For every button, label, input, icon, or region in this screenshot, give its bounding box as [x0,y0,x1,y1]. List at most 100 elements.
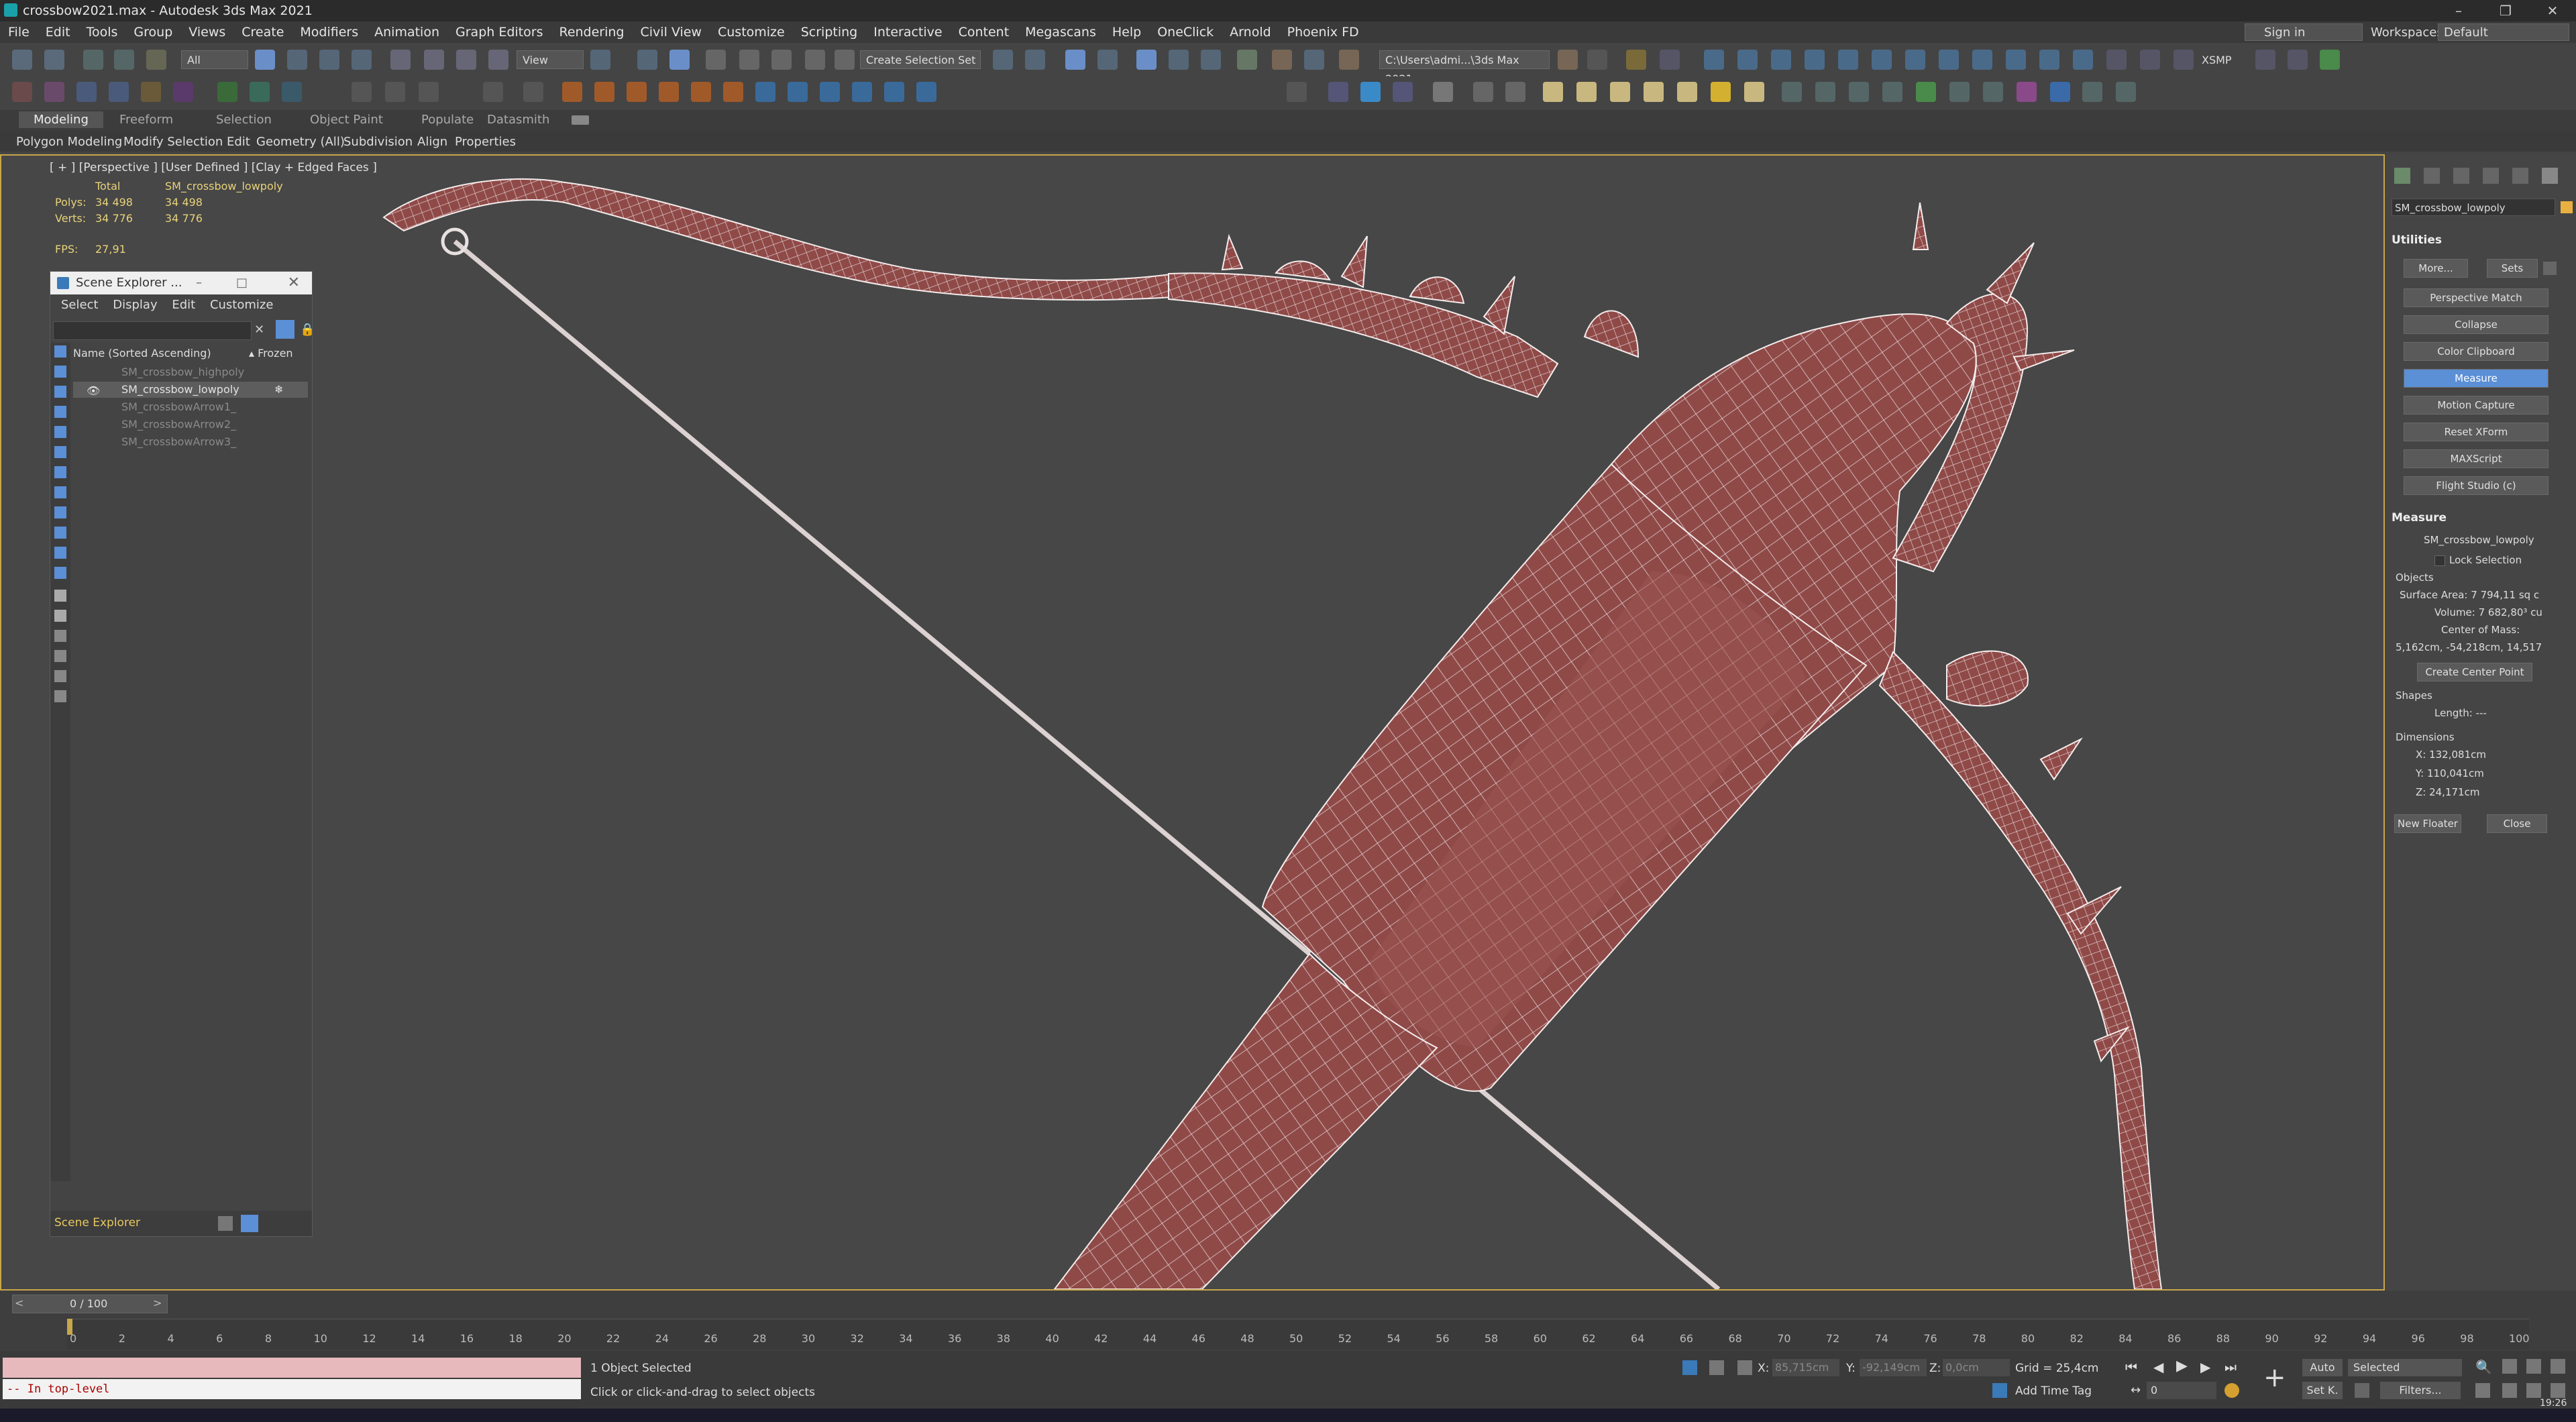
zoom-all-icon[interactable] [2502,1359,2517,1374]
snaps-toggle-icon[interactable] [706,50,726,70]
xsmp-icon-2[interactable] [2288,50,2308,70]
create-center-point-button[interactable]: Create Center Point [2417,663,2532,681]
arnold-icon-9[interactable] [2050,82,2070,102]
add-time-tag[interactable]: Add Time Tag [2015,1384,2092,1398]
clear-search-icon[interactable]: ✕ [254,323,264,337]
window-crossing-icon[interactable] [352,50,372,70]
render-icon[interactable] [1339,50,1359,70]
link-icon[interactable] [83,50,103,70]
maxscript-output[interactable]: -- In top-level [3,1379,581,1399]
next-frame-icon[interactable]: ▶ [2200,1359,2210,1375]
render-setup-icon[interactable] [1272,50,1292,70]
scene-search-input[interactable] [53,321,252,340]
selection-filter-dropdown[interactable]: All [181,50,248,69]
filters-button[interactable]: Filters... [2380,1382,2461,1399]
reset-xform-button[interactable]: Reset XForm [2404,423,2548,441]
grid-icon[interactable] [2174,50,2194,70]
create-light-icon[interactable] [76,82,97,102]
freeze-icon[interactable]: ❄ [274,382,283,398]
help-icon[interactable] [1287,82,1307,102]
play-icon[interactable] [352,82,372,102]
menu-edit[interactable]: Edit [38,25,78,40]
filter-icon[interactable] [276,320,294,339]
display-groups-icon[interactable] [54,466,66,478]
phoenix-sim-icon[interactable] [1704,50,1724,70]
subtab-geometry-all[interactable]: Geometry (All) [256,135,345,149]
menu-content[interactable]: Content [951,25,1018,40]
schematic-view-icon[interactable] [1201,50,1221,70]
utilities-tab-icon[interactable] [2542,168,2558,184]
menu-graph-editors[interactable]: Graph Editors [447,25,551,40]
time-tag-icon[interactable] [1992,1383,2007,1398]
phoenix-source-icon[interactable] [1805,50,1825,70]
arnold-icon-10[interactable] [2082,82,2102,102]
measure-button[interactable]: Measure [2404,369,2548,388]
fire-icon-1[interactable] [562,82,582,102]
flight-studio-button[interactable]: Flight Studio (c) [2404,476,2548,495]
zoom-extents-all-icon[interactable] [2551,1359,2565,1374]
mirror-icon[interactable] [993,50,1013,70]
menu-views[interactable]: Views [180,25,233,40]
display-helpers-icon[interactable] [54,426,66,438]
arnold-icon-4[interactable] [1882,82,1902,102]
display-hidden-icon[interactable] [54,567,66,579]
script-listener-icon[interactable] [523,82,543,102]
water-icon-4[interactable] [852,82,872,102]
phoenix-fire-icon[interactable] [1737,50,1758,70]
key-filter-dropdown[interactable]: Selected [2348,1359,2462,1376]
minimize-button[interactable]: – [2435,0,2482,21]
tab-selection[interactable]: Selection [216,113,272,127]
time-slider-prev-icon[interactable]: < [15,1297,23,1309]
field-of-view-icon[interactable] [2475,1383,2490,1398]
se-menu-select[interactable]: Select [61,298,99,312]
scene-explorer-name-field[interactable]: Scene Explorer [54,1216,140,1229]
maximize-viewport-icon[interactable] [2551,1383,2565,1398]
arnold-icon-7[interactable] [1983,82,2003,102]
safe-frame-icon[interactable] [2140,50,2160,70]
maxscript-mini-listener[interactable] [3,1358,581,1378]
rect-selection-icon[interactable] [319,50,339,70]
undo-icon[interactable] [12,50,32,70]
menu-customize[interactable]: Customize [710,25,793,40]
zoom-extents-icon[interactable] [2526,1359,2541,1374]
display-shapes-icon[interactable] [54,366,66,378]
create-helper-icon[interactable] [141,82,161,102]
phoenix-ocean-icon[interactable] [1939,50,1959,70]
phoenix-liquid-icon[interactable] [1771,50,1791,70]
stop-icon[interactable] [419,82,439,102]
menu-megascans[interactable]: Megascans [1017,25,1104,40]
display-none-icon[interactable] [54,610,66,622]
se-menu-edit[interactable]: Edit [172,298,195,312]
unlink-icon[interactable] [114,50,134,70]
curve-editor-icon[interactable] [1169,50,1189,70]
display-frozen-icon[interactable] [54,547,66,559]
xsmp-label[interactable]: XSMP [2202,54,2232,66]
create-system-icon[interactable] [217,82,237,102]
zoom-icon[interactable]: 🔍 [2475,1359,2492,1375]
motion-capture-button[interactable]: Motion Capture [2404,396,2548,415]
arnold-icon-1[interactable] [1782,82,1802,102]
viewport-label[interactable]: [ + ] [Perspective ] [User Defined ] [Cl… [50,161,377,174]
phoenix-preset-icon[interactable] [1905,50,1925,70]
menu-group[interactable]: Group [125,25,180,40]
list-item[interactable]: SM_crossbowArrow2_ [73,417,308,433]
create-camera-icon[interactable] [109,82,129,102]
selection-lock-icon[interactable] [1709,1360,1724,1375]
close-window-button[interactable]: ✕ [2529,0,2576,21]
cone-primitive-icon[interactable] [1677,82,1697,102]
configure-sets-icon[interactable] [2543,262,2557,275]
rendered-frame-icon[interactable] [1304,50,1324,70]
arnold-render-view-icon[interactable] [1660,50,1680,70]
subtab-modify-selection[interactable]: Modify Selection [123,135,223,149]
toggle-ribbon-icon[interactable] [1136,50,1157,70]
measure-rollout-title[interactable]: Measure [2392,511,2447,525]
layers-icon[interactable] [54,690,66,702]
xsmp-icon-1[interactable] [2255,50,2275,70]
bind-spacewarp-icon[interactable] [146,50,166,70]
keyboard-shortcut-icon[interactable] [669,50,690,70]
arnold-help-icon[interactable] [2116,82,2136,102]
percent-snap-icon[interactable] [771,50,792,70]
tab-object-paint[interactable]: Object Paint [310,113,383,127]
subtab-subdivision[interactable]: Subdivision [343,135,413,149]
menu-interactive[interactable]: Interactive [865,25,950,40]
